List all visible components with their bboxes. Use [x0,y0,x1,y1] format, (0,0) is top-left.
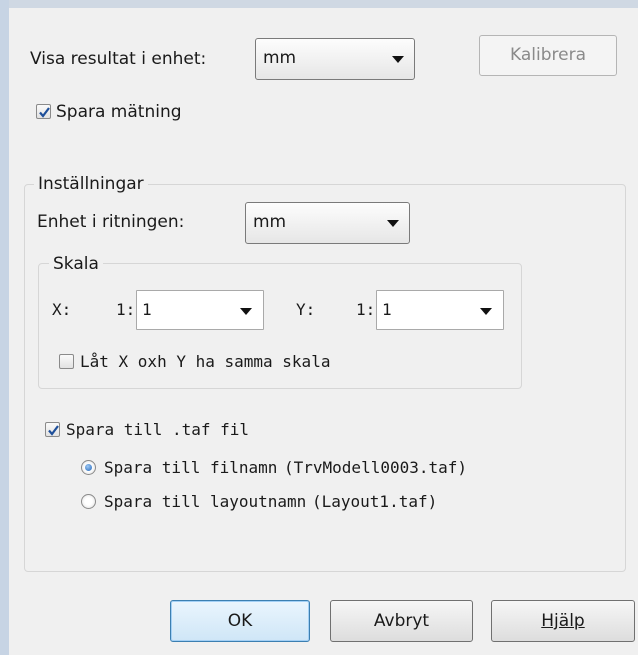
radio-selected-icon [85,464,92,471]
drawing-unit-value: mm [253,212,287,232]
save-layout-label: Spara till layoutnamn [104,492,307,511]
checkmark-icon [39,107,50,118]
result-unit-dropdown[interactable]: mm [255,38,415,80]
scale-y-value: 1 [382,300,392,319]
save-filename-label: Spara till filnamn [104,458,278,477]
help-button[interactable]: Hjälp [491,600,635,642]
same-scale-label: Låt X oxh Y ha samma skala [80,352,331,371]
save-layout-file: (Layout1.taf) [312,492,438,511]
window-left-edge [0,0,9,655]
settings-legend: Inställningar [34,174,148,194]
scale-x-label: X: [52,300,72,319]
chevron-down-icon [240,308,252,315]
window-top-edge [0,0,638,8]
save-taf-label: Spara till .taf fil [66,420,250,439]
scale-x-value: 1 [142,300,152,319]
chevron-down-icon [480,308,492,315]
save-filename-file: (TrvModell0003.taf) [284,458,468,477]
calibrate-button[interactable]: Kalibrera [479,35,617,76]
chevron-down-icon [387,220,399,227]
scale-y-dropdown[interactable]: 1 [376,290,504,330]
save-measurement-label: Spara mätning [56,102,182,122]
save-filename-radio[interactable] [81,460,96,475]
save-measurement-checkbox[interactable] [36,104,51,119]
save-taf-checkbox[interactable] [45,422,60,437]
save-layout-radio[interactable] [81,494,96,509]
scale-x-dropdown[interactable]: 1 [136,290,264,330]
help-button-label: Hjälp [541,611,585,631]
scale-y-prefix: 1: [356,300,376,319]
result-unit-label: Visa resultat i enhet: [30,49,207,69]
ok-button[interactable]: OK [170,600,310,642]
checkmark-icon [48,425,59,436]
scale-x-prefix: 1: [116,300,136,319]
scale-y-label: Y: [296,300,316,319]
scale-legend: Skala [49,254,103,274]
chevron-down-icon [392,56,404,63]
same-scale-checkbox[interactable] [59,354,74,369]
drawing-unit-dropdown[interactable]: mm [245,202,410,244]
result-unit-value: mm [263,48,297,68]
cancel-button[interactable]: Avbryt [330,600,473,642]
drawing-unit-label: Enhet i ritningen: [37,212,185,232]
